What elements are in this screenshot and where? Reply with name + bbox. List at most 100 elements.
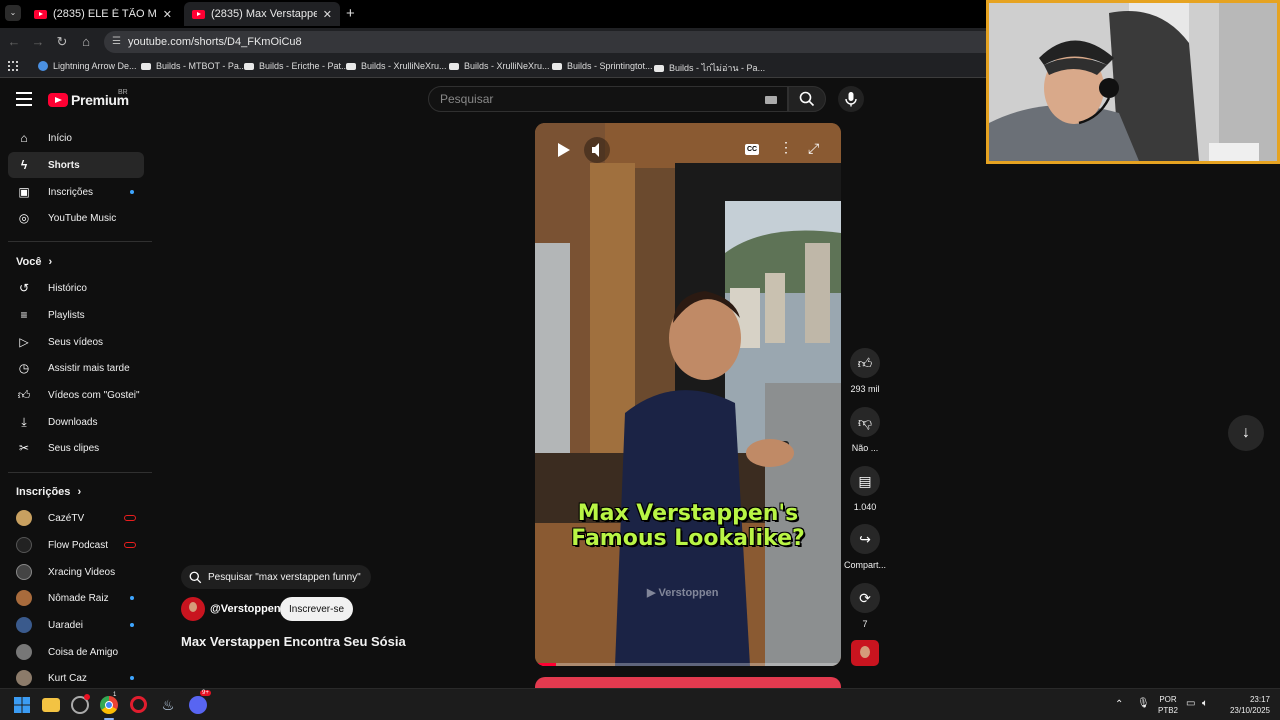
chrome-icon[interactable] xyxy=(100,696,118,714)
sidebar-item-watch-later[interactable]: ◷ Assistir mais tarde xyxy=(8,355,144,381)
tab-search-dropdown[interactable]: ⌄ xyxy=(5,5,21,21)
show-hidden-icons[interactable]: ⌃ xyxy=(1115,699,1123,710)
discord-badge: 9+ xyxy=(200,690,211,696)
keyboard-language[interactable]: POR PTB2 xyxy=(1156,694,1180,716)
youtube-favicon-icon xyxy=(192,9,205,19)
volume-button[interactable] xyxy=(584,137,610,163)
site-info-icon[interactable]: ☰ xyxy=(112,36,121,47)
comments-button[interactable]: ▤ 1.040 xyxy=(849,466,881,512)
captions-button[interactable]: CC xyxy=(745,144,759,155)
steam-icon[interactable]: ♨ xyxy=(159,696,177,714)
file-explorer-icon[interactable] xyxy=(42,698,60,712)
sidebar-item-label: Downloads xyxy=(48,416,98,428)
discord-icon[interactable] xyxy=(189,696,207,714)
sidebar-item-liked-videos[interactable]: 👍︎ Vídeos com "Gostei" xyxy=(8,382,144,408)
video-title[interactable]: Max Verstappen Encontra Seu Sósia xyxy=(181,634,406,649)
browser-tab-2[interactable]: (2835) Max Verstappen Finds H ✕ xyxy=(184,2,340,26)
reload-button[interactable]: ↻ xyxy=(54,34,70,50)
subscriptions-icon: ▣ xyxy=(18,185,30,199)
bookmark[interactable]: Builds - ไก่ไม่อ่าน - Pa... xyxy=(654,61,765,75)
related-search-chip[interactable]: Pesquisar "max verstappen funny" xyxy=(181,565,371,589)
sidebar-item-playlists[interactable]: ≡ Playlists xyxy=(8,302,144,328)
sidebar-channel[interactable]: Flow Podcast xyxy=(8,532,144,558)
tab-title: (2835) ELE É TÃO MACHO QUE xyxy=(53,8,157,20)
clock-date: 23/10/2025 xyxy=(1229,706,1270,715)
address-bar[interactable]: ☰ youtube.com/shorts/D4_FKmOiCu8 xyxy=(104,31,1004,53)
sidebar-item-label: Seus clipes xyxy=(48,442,100,454)
next-video-button[interactable]: ↓ xyxy=(1228,415,1264,451)
channel-name[interactable]: @Verstoppen xyxy=(210,603,281,615)
new-tab-button[interactable]: + xyxy=(346,5,355,22)
related-search-text: Pesquisar "max verstappen funny" xyxy=(208,571,361,583)
channel-thumbnail[interactable] xyxy=(851,640,879,666)
search-input[interactable]: Pesquisar xyxy=(428,86,788,112)
bookmark[interactable]: Builds - XrulliNeXru... xyxy=(346,61,447,71)
sidebar-item-subscriptions[interactable]: ▣ Inscrições xyxy=(8,179,144,205)
forward-button[interactable]: → xyxy=(30,34,46,49)
bookmark[interactable]: Builds - Sprintingtot... xyxy=(552,61,653,71)
fullscreen-icon[interactable]: ⤢ xyxy=(808,140,819,157)
subscribe-button[interactable]: Inscrever-se xyxy=(280,597,353,621)
shorts-icon: ϟ xyxy=(20,158,28,172)
browser-tab-1[interactable]: (2835) ELE É TÃO MACHO QUE ✕ xyxy=(26,2,180,26)
channel-name: Nômade Raiz xyxy=(48,592,109,604)
home-icon: ⌂ xyxy=(20,131,28,145)
sidebar-channel[interactable]: Xracing Videos xyxy=(8,559,144,585)
opera-icon[interactable] xyxy=(130,696,147,713)
more-options-icon[interactable]: ⋮ xyxy=(779,140,793,154)
your-videos-icon: ▷ xyxy=(19,335,29,349)
windows-start-icon[interactable] xyxy=(13,696,31,714)
channel-avatar[interactable] xyxy=(181,597,205,621)
new-content-dot xyxy=(130,596,134,600)
sidebar-channel[interactable]: Nômade Raiz xyxy=(8,585,144,611)
play-button[interactable] xyxy=(551,138,575,162)
bookmark-favicon-icon xyxy=(141,62,151,70)
close-tab-icon[interactable]: ✕ xyxy=(157,8,172,21)
sidebar-item-youtube-music[interactable]: ◎ YouTube Music xyxy=(8,205,144,231)
network-icon[interactable]: ▭ xyxy=(1186,698,1195,709)
sidebar-item-shorts[interactable]: ϟ Shorts xyxy=(8,152,144,178)
bookmark[interactable]: Builds - XrulliNeXru... xyxy=(449,61,550,71)
microphone-icon[interactable]: 🎙︎ xyxy=(1137,698,1150,709)
sidebar-you-heading[interactable]: Você › xyxy=(16,256,52,268)
sidebar-item-label: Shorts xyxy=(48,159,80,171)
dislike-button[interactable]: 👎︎ Não ... xyxy=(849,407,881,453)
apps-grid-icon[interactable] xyxy=(8,61,18,71)
watch-later-icon: ◷ xyxy=(18,361,30,375)
sidebar-item-clips[interactable]: ✂ Seus clipes xyxy=(8,435,144,461)
like-button[interactable]: 👍︎ 293 mil xyxy=(849,348,881,394)
search-button[interactable] xyxy=(788,86,826,112)
video-progress-bar[interactable] xyxy=(535,663,841,666)
shorts-video-player[interactable]: CC ⋮ ⤢ Max Verstappen's Famous Lookalike… xyxy=(535,123,841,666)
back-button[interactable]: ← xyxy=(6,34,22,49)
sidebar-item-label: Inscrições xyxy=(48,186,94,198)
webcam-overlay xyxy=(986,0,1280,164)
sidebar-channel[interactable]: CazéTV xyxy=(8,505,144,531)
sidebar-item-your-videos[interactable]: ▷ Seus vídeos xyxy=(8,329,144,355)
bookmark[interactable]: Builds - MTBOT - Pa... xyxy=(141,61,246,71)
sidebar-item-history[interactable]: ↺ Histórico xyxy=(8,275,144,301)
remix-button[interactable]: ⟳ 7 xyxy=(849,583,881,629)
hamburger-menu-icon[interactable] xyxy=(16,92,32,110)
sidebar-item-downloads[interactable]: ⤓ Downloads xyxy=(8,409,144,435)
clock[interactable]: 23:17 23/10/2025 xyxy=(1222,694,1270,716)
microphone-icon xyxy=(845,92,857,107)
sidebar-subscriptions-heading[interactable]: Inscrições › xyxy=(16,486,81,498)
close-tab-icon[interactable]: ✕ xyxy=(317,8,332,21)
keyboard-icon[interactable] xyxy=(765,96,777,104)
sidebar-item-label: Seus vídeos xyxy=(48,336,104,348)
sidebar-item-home[interactable]: ⌂ Início xyxy=(8,125,144,151)
windows-taskbar: 1 ♨ 9+ ⌃ 🎙︎ POR PTB2 ▭ 🔈︎ 23:17 23/10/20… xyxy=(0,688,1280,720)
share-button[interactable]: ↪ Compart... xyxy=(844,524,886,570)
home-button[interactable]: ⌂ xyxy=(78,34,94,49)
bookmark[interactable]: Builds - Ericthe - Pat... xyxy=(244,61,349,71)
comment-count: 1.040 xyxy=(853,502,877,512)
bookmark[interactable]: Lightning Arrow De... xyxy=(38,61,137,71)
voice-search-button[interactable] xyxy=(838,86,864,112)
speaker-icon[interactable]: 🔈︎ xyxy=(1202,698,1208,709)
chrome-badge: 1 xyxy=(113,692,117,698)
youtube-premium-logo[interactable]: Premium BR xyxy=(48,89,129,108)
search-icon xyxy=(189,571,202,583)
sidebar-channel[interactable]: Coisa de Amigo xyxy=(8,639,144,665)
sidebar-channel[interactable]: Uaradei xyxy=(8,612,144,638)
